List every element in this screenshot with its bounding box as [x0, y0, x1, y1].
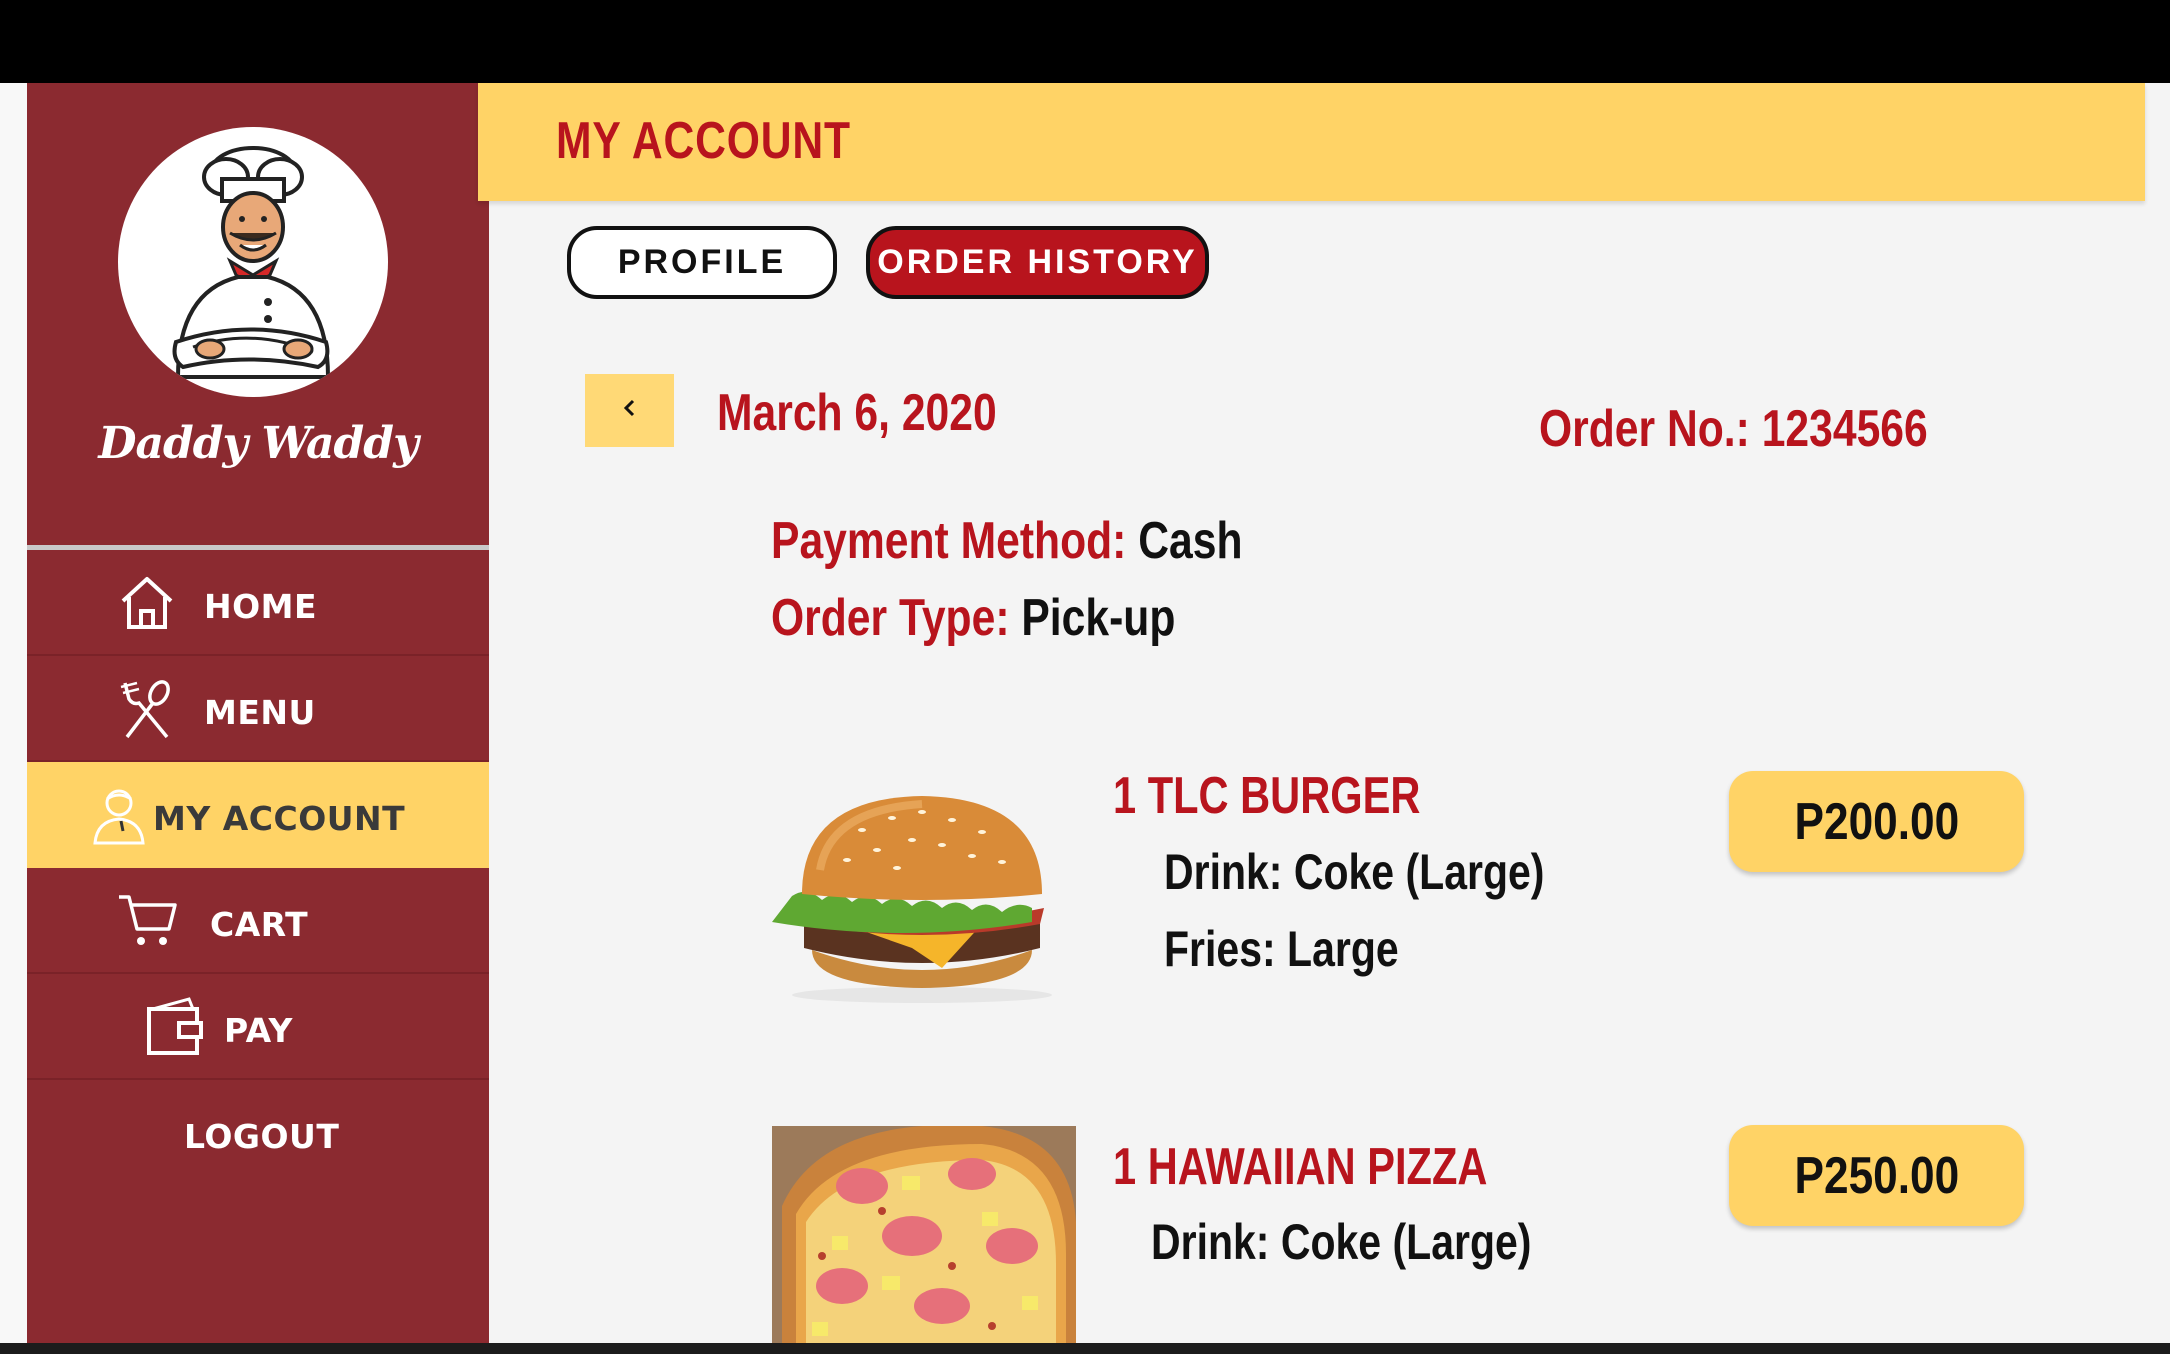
- home-icon: [115, 571, 179, 635]
- order-type-label: Order Type:: [771, 589, 1010, 647]
- sidebar-item-label: CART: [210, 905, 309, 944]
- sidebar-item-label: HOME: [204, 587, 318, 626]
- tab-order-history[interactable]: ORDER HISTORY: [866, 226, 1209, 299]
- order-item-detail: Drink: Coke (Large): [1164, 844, 1545, 900]
- order-number-value: 1234566: [1761, 400, 1928, 458]
- chevron-left-icon: [620, 396, 640, 425]
- order-type-value: Pick-up: [1021, 589, 1176, 647]
- payment-method: Payment Method: Cash: [771, 511, 1242, 571]
- sidebar-item-my-account[interactable]: MY ACCOUNT: [27, 762, 489, 868]
- sidebar-item-home[interactable]: HOME: [27, 550, 489, 656]
- pizza-image: [772, 1126, 1076, 1343]
- order-item-detail: Drink: Coke (Large): [1151, 1214, 1532, 1270]
- sidebar-item-label: MENU: [204, 693, 316, 732]
- sidebar-item-logout[interactable]: LOGOUT: [27, 1080, 489, 1186]
- tab-profile[interactable]: PROFILE: [567, 226, 837, 299]
- payment-method-value: Cash: [1138, 512, 1243, 570]
- sidebar-nav: HOME MENU MY ACCOUNT CART PAY LOGOUT: [27, 550, 489, 1186]
- payment-method-label: Payment Method:: [771, 512, 1127, 570]
- bottom-bar: [0, 1343, 2170, 1354]
- page-title: MY ACCOUNT: [556, 112, 851, 170]
- back-button[interactable]: [585, 374, 674, 447]
- order-date: March 6, 2020: [717, 384, 997, 442]
- logo-area: Daddy Waddy: [27, 83, 489, 545]
- order-number-label: Order No.:: [1539, 400, 1750, 458]
- price-value: P200.00: [1794, 792, 1959, 851]
- sidebar-item-menu[interactable]: MENU: [27, 656, 489, 762]
- order-item-name: 1 TLC BURGER: [1113, 767, 1421, 825]
- sidebar-item-cart[interactable]: CART: [27, 868, 489, 974]
- burger-image: [772, 790, 1072, 1005]
- sidebar: Daddy Waddy HOME MENU MY ACCOUNT CART PA…: [27, 83, 489, 1343]
- order-type: Order Type: Pick-up: [771, 588, 1175, 648]
- order-item-price: P200.00: [1729, 771, 2024, 872]
- browser-top-bar: [0, 0, 2170, 83]
- brand-name: Daddy Waddy: [98, 418, 418, 469]
- user-icon: [89, 783, 153, 847]
- left-margin: [0, 83, 27, 1343]
- order-number: Order No.: 1234566: [1539, 399, 1928, 459]
- sidebar-item-label: MY ACCOUNT: [153, 799, 406, 838]
- sidebar-item-label: PAY: [224, 1011, 293, 1050]
- cart-icon: [115, 889, 179, 953]
- fork-knife-icon: [115, 677, 179, 741]
- price-value: P250.00: [1794, 1146, 1959, 1205]
- page-header: MY ACCOUNT: [478, 83, 2145, 201]
- sidebar-item-label: LOGOUT: [184, 1117, 340, 1156]
- sidebar-item-pay[interactable]: PAY: [27, 974, 489, 1080]
- order-item-price: P250.00: [1729, 1125, 2024, 1226]
- order-item-name: 1 HAWAIIAN PIZZA: [1113, 1138, 1488, 1196]
- wallet-icon: [143, 995, 207, 1059]
- chef-logo: [118, 127, 388, 397]
- order-item-detail: Fries: Large: [1164, 921, 1399, 977]
